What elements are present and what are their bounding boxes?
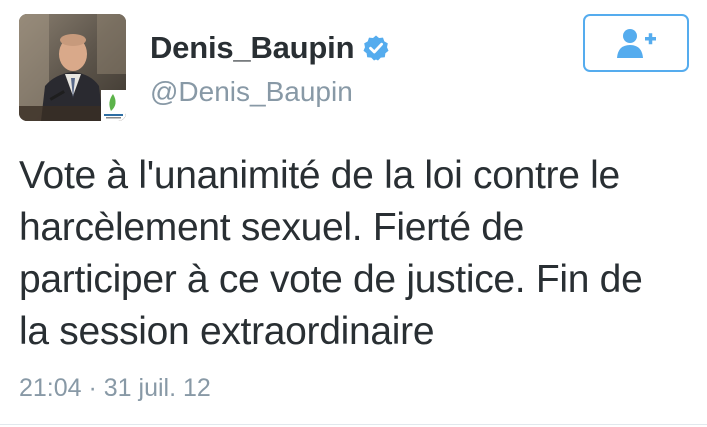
user-handle[interactable]: @Denis_Baupin [150, 76, 353, 108]
follow-user-plus-icon [617, 29, 656, 58]
display-name[interactable]: Denis_Baupin [150, 30, 355, 66]
tweet-card: Denis_Baupin @Denis_Baupin Vote à l'unan… [0, 0, 707, 427]
tweet-text: Vote à l'unanimité de la loi contre le h… [19, 154, 643, 353]
follow-button[interactable] [583, 14, 689, 72]
tweet-timestamp[interactable]: 21:04 · 31 juil. 12 [19, 374, 211, 403]
verified-badge-icon [362, 34, 390, 62]
profile-photo-icon [19, 14, 126, 121]
divider [0, 424, 707, 425]
user-name-row: Denis_Baupin [150, 28, 390, 68]
avatar[interactable] [19, 14, 126, 121]
